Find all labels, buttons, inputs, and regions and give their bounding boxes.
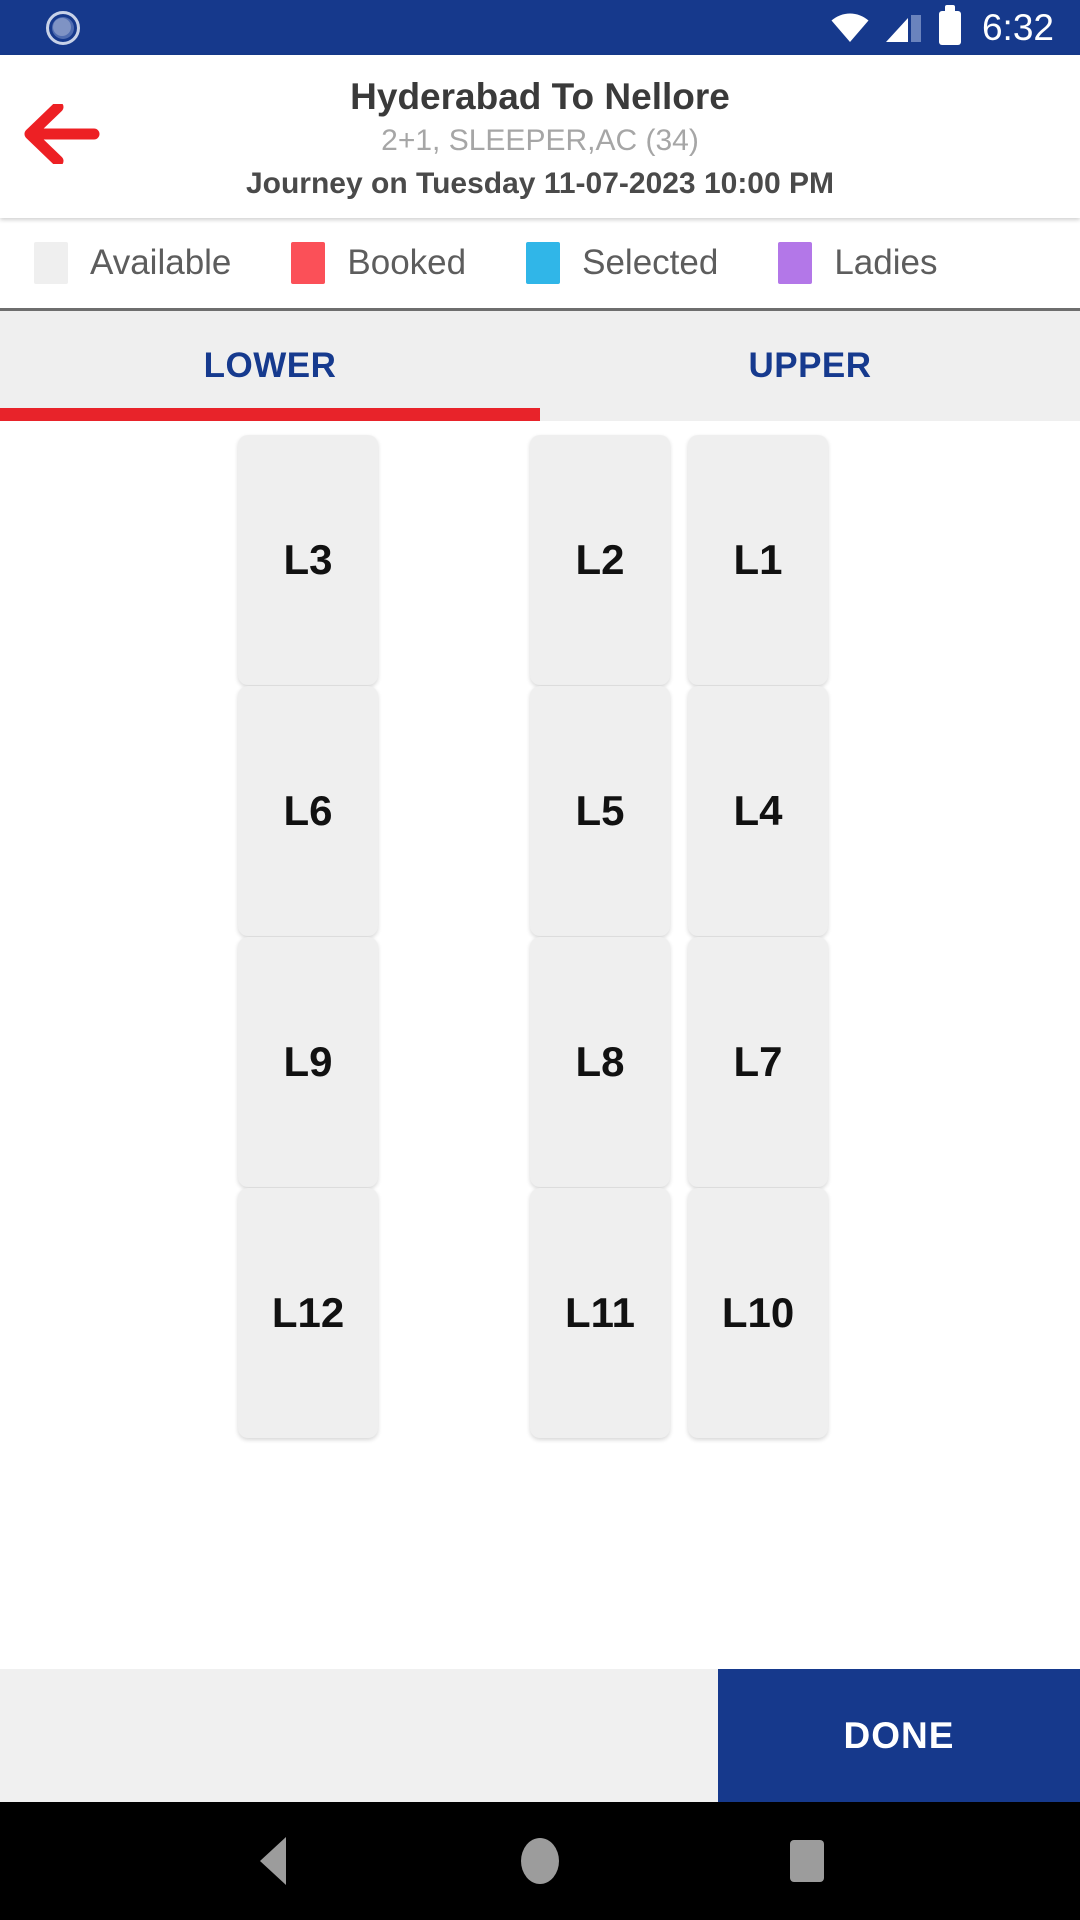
seat-row: L3 L2 L1 <box>0 435 1080 686</box>
app-header: Hyderabad To Nellore 2+1, SLEEPER,AC (34… <box>0 55 1080 218</box>
legend-label-available: Available <box>90 243 232 282</box>
signal-icon <box>885 13 922 43</box>
nav-back-button[interactable] <box>218 1802 328 1920</box>
seat-tile[interactable]: L6 <box>238 686 378 936</box>
seat-col-right: L5 L4 <box>460 686 1080 936</box>
status-bar: 6:32 <box>0 0 1080 55</box>
deck-tabs: LOWER UPPER <box>0 311 1080 421</box>
journey-datetime: Journey on Tuesday 11-07-2023 10:00 PM <box>245 167 835 201</box>
seat-col-right: L2 L1 <box>460 435 1080 685</box>
nav-home-icon <box>520 1838 559 1884</box>
bus-type-subtitle: 2+1, SLEEPER,AC (34) <box>381 123 699 157</box>
nav-recents-button[interactable] <box>752 1802 862 1920</box>
legend-swatch-booked <box>291 242 326 284</box>
legend-label-ladies: Ladies <box>834 243 938 282</box>
seat-tile[interactable]: L9 <box>238 937 378 1187</box>
sync-icon <box>46 10 80 45</box>
seat-tile[interactable]: L7 <box>688 937 828 1187</box>
seat-col-right: L8 L7 <box>460 937 1080 1187</box>
seat-tile[interactable]: L4 <box>688 686 828 936</box>
page-title: Hyderabad To Nellore <box>350 75 730 117</box>
nav-recents-icon <box>789 1840 824 1882</box>
app-screen: 6:32 Hyderabad To Nellore 2+1, SLEEPER,A… <box>0 0 1080 1920</box>
nav-back-icon <box>260 1837 287 1885</box>
seat-tile[interactable]: L5 <box>530 686 670 936</box>
battery-icon <box>938 10 961 45</box>
done-button[interactable]: DONE <box>718 1669 1080 1802</box>
seat-row: L12 L11 L10 <box>0 1188 1080 1439</box>
seat-col-left: L6 <box>0 686 460 936</box>
legend-swatch-selected <box>526 242 561 284</box>
legend-label-booked: Booked <box>347 243 467 282</box>
seat-tile[interactable]: L12 <box>238 1188 378 1438</box>
status-bar-clock: 6:32 <box>981 7 1054 48</box>
legend-item-selected: Selected <box>526 242 718 284</box>
legend-swatch-available <box>34 242 68 284</box>
seat-row: L6 L5 L4 <box>0 686 1080 937</box>
legend-item-ladies: Ladies <box>778 242 937 284</box>
seat-tile[interactable]: L1 <box>688 435 828 685</box>
seat-col-left: L12 <box>0 1188 460 1438</box>
android-nav-bar <box>0 1802 1080 1920</box>
seat-tile[interactable]: L3 <box>238 435 378 685</box>
wifi-icon <box>831 13 869 43</box>
nav-home-button[interactable] <box>485 1802 595 1920</box>
seat-map: L3 L2 L1 L6 L5 L4 L9 L8 L7 L12 L11 L10 <box>0 421 1080 1669</box>
seat-row: L9 L8 L7 <box>0 937 1080 1188</box>
legend-item-booked: Booked <box>291 242 466 284</box>
seat-col-left: L3 <box>0 435 460 685</box>
header-texts: Hyderabad To Nellore 2+1, SLEEPER,AC (34… <box>0 70 1080 204</box>
seat-tile[interactable]: L2 <box>530 435 670 685</box>
bottom-action-bar: DONE <box>0 1669 1080 1802</box>
tab-active-indicator <box>0 408 540 421</box>
seat-tile[interactable]: L11 <box>530 1188 670 1438</box>
seat-tile[interactable]: L8 <box>530 937 670 1187</box>
seat-legend: Available Booked Selected Ladies <box>0 218 1080 311</box>
tab-upper[interactable]: UPPER <box>540 311 1080 421</box>
legend-swatch-ladies <box>778 242 813 284</box>
legend-item-available: Available <box>34 242 231 284</box>
status-bar-left <box>46 10 80 45</box>
bottom-bar-blank <box>0 1669 718 1802</box>
legend-label-selected: Selected <box>582 243 719 282</box>
seat-col-right: L11 L10 <box>460 1188 1080 1438</box>
seat-tile[interactable]: L10 <box>688 1188 828 1438</box>
back-button[interactable] <box>14 89 110 185</box>
back-arrow-icon <box>24 101 100 169</box>
tab-lower[interactable]: LOWER <box>0 311 540 421</box>
status-bar-right: 6:32 <box>831 9 1054 46</box>
seat-col-left: L9 <box>0 937 460 1187</box>
